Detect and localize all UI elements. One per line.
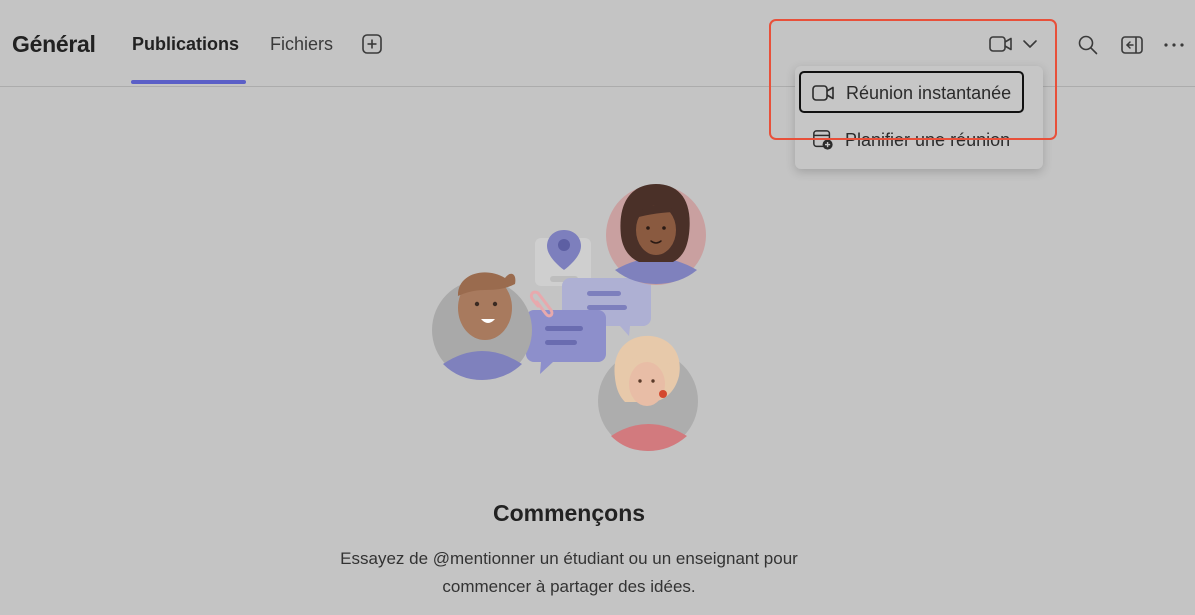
empty-state-title: Commençons <box>492 500 646 526</box>
tab-publications[interactable]: Publications <box>132 34 239 55</box>
menu-item-schedule-meeting[interactable]: Planifier une réunion <box>799 118 1027 162</box>
meet-dropdown-button[interactable] <box>988 33 1040 55</box>
earring <box>659 390 667 398</box>
meeting-dropdown-menu: Réunion instantanée Planifier une réunio… <box>795 66 1043 169</box>
teams-channel-view: Général Publications Fichiers Réunion in… <box>0 0 1195 615</box>
menu-item-meet-now[interactable]: Réunion instantanée <box>799 71 1024 113</box>
side-panel-icon <box>1121 36 1143 54</box>
plus-square-icon <box>362 34 382 54</box>
empty-state-description: Essayez de @mentionner un étudiant ou un… <box>340 549 798 596</box>
search-icon <box>1078 35 1098 55</box>
collaboration-illustration <box>432 184 706 451</box>
calendar-add-icon <box>813 130 833 150</box>
video-camera-icon <box>989 36 1037 52</box>
more-options-button[interactable] <box>1162 34 1186 56</box>
menu-item-label: Réunion instantanée <box>846 83 1012 103</box>
add-tab-button[interactable] <box>362 34 382 54</box>
menu-item-label: Planifier une réunion <box>845 130 1011 150</box>
active-tab-indicator <box>131 80 246 84</box>
video-camera-icon <box>812 85 834 101</box>
channel-title: Général <box>12 31 96 57</box>
more-horizontal-icon <box>1164 43 1184 47</box>
open-side-panel-button[interactable] <box>1120 33 1144 57</box>
tab-fichiers[interactable]: Fichiers <box>270 34 333 55</box>
search-button[interactable] <box>1077 34 1099 56</box>
